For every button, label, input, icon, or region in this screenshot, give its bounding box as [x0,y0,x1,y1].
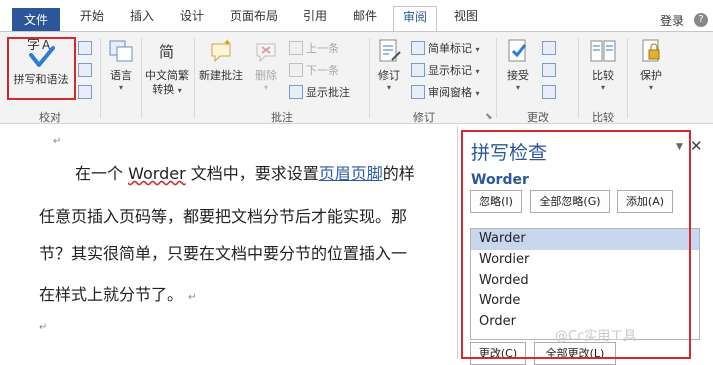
dialog-launcher-icon[interactable]: ⬊ [485,112,493,122]
document-line-3: 节？其实很简单，只要在文档中要分节的位置插入一 [39,244,408,263]
tab-design[interactable]: 设计 [172,6,212,32]
chevron-down-icon: ▾ [648,83,653,92]
show-comments-icon [289,85,303,99]
tab-review[interactable]: 审阅 [393,6,437,33]
watermark: @Cc实用工具 [555,329,637,344]
login-link[interactable]: 登录 [660,12,684,29]
language-button[interactable]: 语言 ▾ [104,36,138,93]
language-icon [106,36,136,66]
reject-button[interactable] [542,40,559,58]
review-pane-dropdown[interactable]: 审阅窗格 ▾ [411,84,480,102]
show-markup-icon [411,63,425,77]
ribbon-review: 字 A 拼写和语法 校对 语言 ▾ 简 中文简繁 转换 ▾ ✦ 新建批注 删除 … [0,31,713,124]
accept-icon [503,36,533,66]
help-icon[interactable]: ? [694,13,708,27]
tab-file[interactable]: 文件 [12,8,60,32]
delete-comment-icon [251,36,281,66]
track-changes-icon [374,36,404,66]
reject-icon [542,41,556,55]
next-change-icon [542,85,556,99]
tab-mailings[interactable]: 邮件 [345,6,385,32]
group-label-proofing: 校对 [39,111,61,124]
next-comment-icon [289,63,303,77]
next-change-button[interactable] [542,84,559,102]
show-markup-dropdown[interactable]: 显示标记 ▾ [411,62,480,80]
compare-label: 比较 [592,69,614,82]
next-comment-button[interactable]: 下一条 [289,62,339,80]
review-pane-icon [411,85,425,99]
new-comment-label: 新建批注 [199,69,243,82]
lock-icon [636,36,666,66]
previous-comment-button[interactable]: 上一条 [289,40,339,58]
track-changes-label: 修订 [378,69,400,82]
chinese-conversion-button[interactable]: 简 中文简繁 转换 ▾ [143,36,191,97]
compare-button[interactable]: 比较 ▾ [584,36,622,93]
language-label: 语言 [110,69,132,82]
previous-change-button[interactable] [542,62,559,80]
chevron-down-icon: ▾ [386,83,391,92]
tab-home[interactable]: 开始 [72,6,112,32]
chevron-down-icon: ▾ [515,83,520,92]
compare-icon [588,36,618,66]
paragraph-mark: ↵ [53,136,62,147]
new-comment-icon: ✦ [206,36,236,66]
chevron-down-icon: ▾ [263,83,268,92]
chevron-down-icon: ▾ [118,83,123,92]
hyperlink-header-footer[interactable]: 页眉页脚 [319,164,383,183]
tab-page-layout[interactable]: 页面布局 [223,6,285,32]
svg-text:✦: ✦ [223,38,231,49]
previous-change-icon [542,63,556,77]
ribbon-tab-bar: 文件 开始 插入 设计 页面布局 引用 邮件 审阅 视图 登录 ? [0,0,713,33]
protect-button[interactable]: 保护 ▾ [632,36,670,93]
thesaurus-icon[interactable] [78,62,95,80]
document-line-1: 在一个 Worder 文档中，要求设置页眉页脚的样 [75,164,415,183]
ribbon-separator [496,38,497,118]
ribbon-separator [194,38,195,118]
group-label-tracking: 修订 [413,111,435,124]
research-icon[interactable] [78,40,95,58]
highlight-box-spelling [7,37,76,100]
track-changes-button[interactable]: 修订 ▾ [372,36,406,93]
accept-label: 接受 [507,69,529,82]
delete-comment-button[interactable]: 删除 ▾ [248,36,284,93]
ribbon-separator [578,38,579,118]
delete-comment-label: 删除 [255,69,277,82]
group-label-comments: 批注 [271,111,293,124]
ribbon-separator [369,38,370,118]
close-icon[interactable]: ✕ [690,137,703,155]
ribbon-separator [100,38,101,118]
previous-comment-icon [289,41,303,55]
chinese-conversion-label: 中文简繁 [145,69,189,82]
document-line-2: 任意页插入页码等，都要把文档分节后才能实现。那 [39,207,408,226]
document-line-4: 在样式上就分节了。 ↵ [39,285,197,304]
chinese-conversion-icon: 简 [152,36,182,66]
document-area[interactable]: ↵ 在一个 Worder 文档中，要求设置页眉页脚的样 任意页插入页码等，都要把… [0,124,457,359]
ribbon-separator [627,38,628,118]
protect-label: 保护 [640,69,662,82]
simple-markup-dropdown[interactable]: 简单标记 ▾ [411,40,480,58]
group-label-compare: 比较 [592,111,614,124]
chinese-conversion-label-2: 转换 ▾ [152,83,182,96]
accept-button[interactable]: 接受 ▾ [500,36,536,93]
tab-insert[interactable]: 插入 [122,6,162,32]
group-label-changes: 更改 [527,111,549,124]
svg-text:简: 简 [159,43,174,61]
chevron-down-icon: ▾ [600,83,605,92]
tab-references[interactable]: 引用 [295,6,335,32]
ribbon-separator [141,38,142,118]
tab-view[interactable]: 视图 [446,6,486,32]
paragraph-mark: ↵ [39,322,48,333]
markup-icon [411,41,425,55]
new-comment-button[interactable]: ✦ 新建批注 [196,36,246,83]
word-count-icon[interactable] [78,84,95,102]
misspelled-word[interactable]: Worder [128,164,186,183]
show-comments-button[interactable]: 显示批注 [289,84,350,102]
